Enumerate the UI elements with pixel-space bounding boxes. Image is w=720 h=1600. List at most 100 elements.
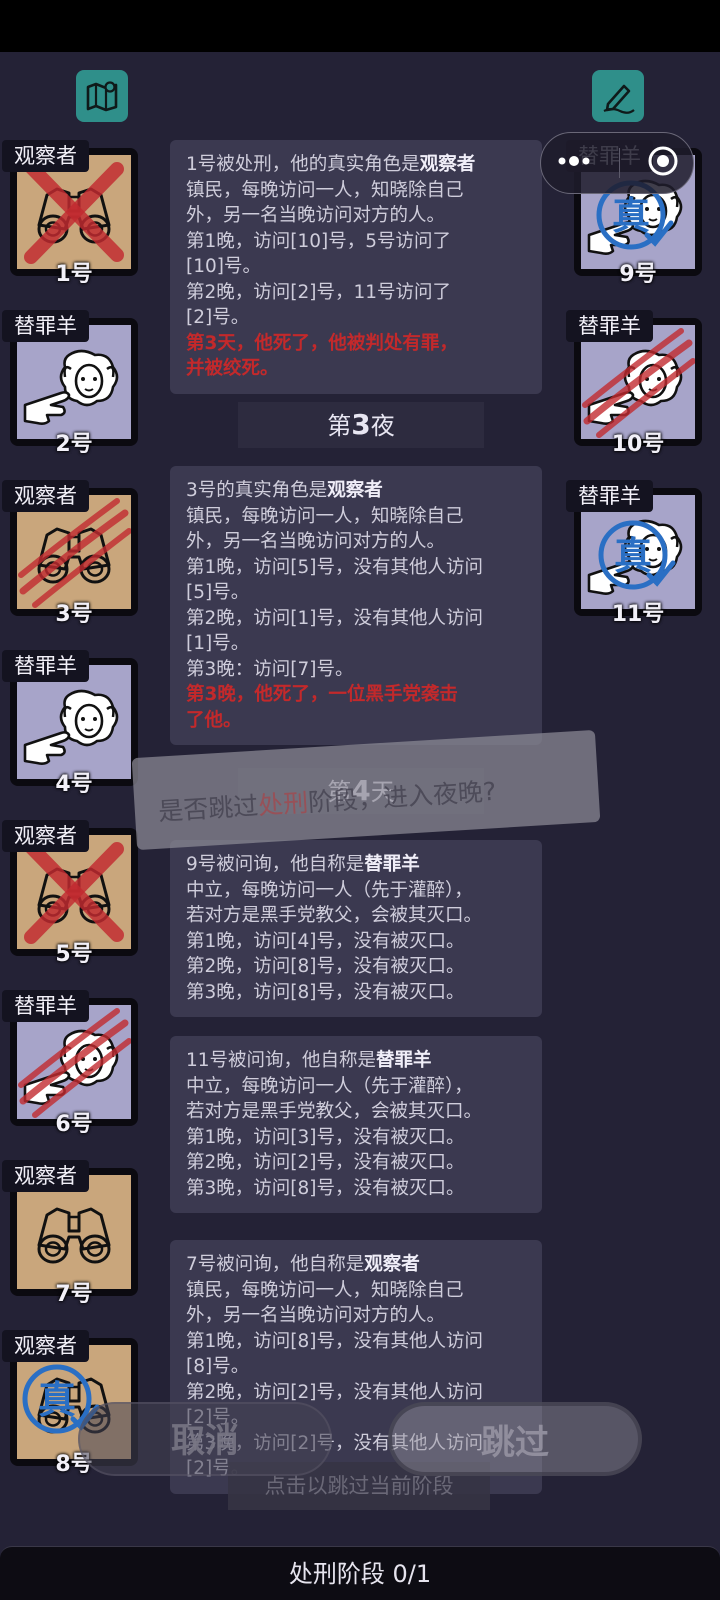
log-line: 外，另一名当晚访问对方的人。 (186, 1305, 446, 1326)
log-death-line: 第3天，他死了，他被判处有罪， (186, 332, 458, 354)
stamp-text: 真 (612, 194, 650, 238)
log-line: [5]号。 (186, 582, 250, 603)
log-lead-line: 1号被处刑，他的真实角色是观察者 (186, 154, 476, 175)
player-card-6[interactable]: 替罪羊 6号 (2, 990, 138, 1137)
log-line: [1]号。 (186, 633, 250, 654)
player-number: 2号 (55, 432, 93, 457)
log-line: 第1晚，访问[4]号，没有被灭口。 (186, 930, 465, 952)
player-card-4[interactable]: 替罪羊 4号 (2, 650, 138, 797)
more-dots-icon[interactable] (554, 151, 594, 175)
capsule-divider (619, 148, 621, 178)
log-entry-inquiry-9: 9号被问询，他自称是替罪羊 中立，每晚访问一人（先于灌醉）， 若对方是黑手党教父… (170, 840, 542, 1017)
role-label: 替罪羊 (566, 310, 653, 342)
player-card-11[interactable]: 真 替罪羊 11号 (566, 480, 702, 627)
card-face (581, 325, 695, 439)
log-line: 外，另一名当晚访问对方的人。 (186, 531, 446, 552)
card-face (17, 495, 131, 609)
stamp-text: 真 (38, 1378, 76, 1422)
player-number: 4号 (55, 772, 93, 797)
player-number: 9号 (619, 262, 657, 287)
player-number: 7号 (55, 1282, 93, 1307)
binoculars-icon (37, 1207, 111, 1264)
player-number: 11号 (611, 602, 665, 627)
phase-status-bar: 处刑阶段 0/1 (0, 1546, 720, 1600)
verified-stamp-icon: 真 (598, 520, 676, 590)
card-face (17, 1005, 131, 1119)
player-number: 5号 (55, 942, 93, 967)
card-face (17, 1175, 131, 1289)
log-line: 若对方是黑手党教父，会被其灭口。 (186, 1101, 483, 1122)
player-number: 10号 (611, 432, 665, 457)
status-bar (0, 0, 720, 52)
card-face: 真 (581, 495, 695, 609)
log-line: 镇民，每晚访问一人，知晓除自己 (186, 1279, 464, 1301)
log-line: 外，另一名当晚访问对方的人。 (186, 205, 446, 226)
player-card-2[interactable]: 替罪羊 2号 (2, 310, 138, 457)
log-line: 第1晚，访问[3]号，没有被灭口。 (186, 1126, 465, 1148)
log-lead-line: 11号被问询，他自称是替罪羊 (186, 1050, 432, 1071)
target-circle-icon[interactable] (646, 144, 680, 182)
card-face (17, 155, 131, 269)
log-entry-execution-1: 1号被处刑，他的真实角色是观察者 镇民，每晚访问一人，知晓除自己 外，另一名当晚… (170, 140, 542, 394)
role-label: 观察者 (2, 480, 89, 512)
log-line: [10]号。 (186, 256, 261, 277)
log-line: 若对方是黑手党教父，会被其灭口。 (186, 905, 483, 926)
player-card-3[interactable]: 观察者 3号 (2, 480, 138, 627)
log-line: 中立，每晚访问一人（先于灌醉）， (186, 1075, 473, 1097)
mini-program-capsule (540, 132, 694, 194)
cancel-button[interactable]: 取消 (78, 1402, 332, 1476)
log-line: [8]号。 (186, 1356, 250, 1377)
log-entry-death-3: 3号的真实角色是观察者 镇民，每晚访问一人，知晓除自己 外，另一名当晚访问对方的… (170, 466, 542, 745)
log-lead-line: 9号被问询，他自称是替罪羊 (186, 854, 420, 875)
card-face (17, 325, 131, 439)
log-line: [2]号。 (186, 307, 250, 328)
player-number: 1号 (55, 262, 93, 287)
role-label: 观察者 (2, 1330, 89, 1362)
executed-x-mark (17, 835, 131, 949)
claw-scratch-mark (17, 495, 131, 609)
log-line: 中立，每晚访问一人（先于灌醉）， (186, 879, 473, 901)
log-line: 第3晚，访问[8]号，没有被灭口。 (186, 981, 465, 1003)
player-card-10[interactable]: 替罪羊 10号 (566, 310, 702, 457)
log-lead-line: 3号的真实角色是观察者 (186, 480, 383, 501)
log-line: 第2晚，访问[1]号，没有其他人访问 (186, 607, 483, 629)
log-line: 第3晚：访问[7]号。 (186, 658, 354, 680)
claw-scratch-mark (17, 1005, 131, 1119)
log-line: 第2晚，访问[8]号，没有被灭口。 (186, 956, 465, 977)
player-number: 6号 (55, 1112, 93, 1137)
log-line: 第2晚，访问[2]号，11号访问了 (186, 281, 452, 303)
log-line: 第1晚，访问[5]号，没有其他人访问 (186, 556, 483, 578)
log-lead-line: 7号被问询，他自称是观察者 (186, 1254, 420, 1275)
role-label: 替罪羊 (566, 480, 653, 512)
executed-x-mark (17, 155, 131, 269)
role-label: 替罪羊 (2, 990, 89, 1022)
card-face (17, 665, 131, 779)
log-line: 镇民，每晚访问一人，知晓除自己 (186, 179, 464, 201)
sheep-icon (23, 349, 119, 425)
phase-header-night-3: 第3夜 (238, 402, 484, 448)
role-label: 观察者 (2, 140, 89, 172)
stamp-text: 真 (614, 534, 652, 578)
card-face (17, 835, 131, 949)
log-line: 镇民，每晚访问一人，知晓除自己 (186, 505, 464, 527)
log-death-line: 了他。 (186, 709, 242, 731)
player-card-1[interactable]: 观察者 1号 (2, 140, 138, 287)
log-death-line: 第3晚，他死了，一位黑手党袭击 (186, 684, 458, 705)
claw-scratch-mark (581, 325, 695, 439)
player-number: 3号 (55, 602, 93, 627)
pencil-note-icon[interactable] (592, 70, 644, 122)
sheep-icon (23, 689, 119, 765)
skip-button[interactable]: 跳过 (388, 1402, 642, 1476)
role-label: 替罪羊 (2, 650, 89, 682)
player-card-7[interactable]: 观察者 7号 (2, 1160, 138, 1307)
map-icon[interactable] (76, 70, 128, 122)
player-card-5[interactable]: 观察者 5号 (2, 820, 138, 967)
log-line: 第2晚，访问[2]号，没有被灭口。 (186, 1152, 465, 1173)
log-line: 第1晚，访问[8]号，没有其他人访问 (186, 1330, 483, 1352)
log-entry-inquiry-11: 11号被问询，他自称是替罪羊 中立，每晚访问一人（先于灌醉）， 若对方是黑手党教… (170, 1036, 542, 1213)
log-death-line: 并被绞死。 (186, 358, 279, 379)
log-line: 第3晚，访问[8]号，没有被灭口。 (186, 1177, 465, 1199)
role-label: 观察者 (2, 820, 89, 852)
role-label: 替罪羊 (2, 310, 89, 342)
role-label: 观察者 (2, 1160, 89, 1192)
